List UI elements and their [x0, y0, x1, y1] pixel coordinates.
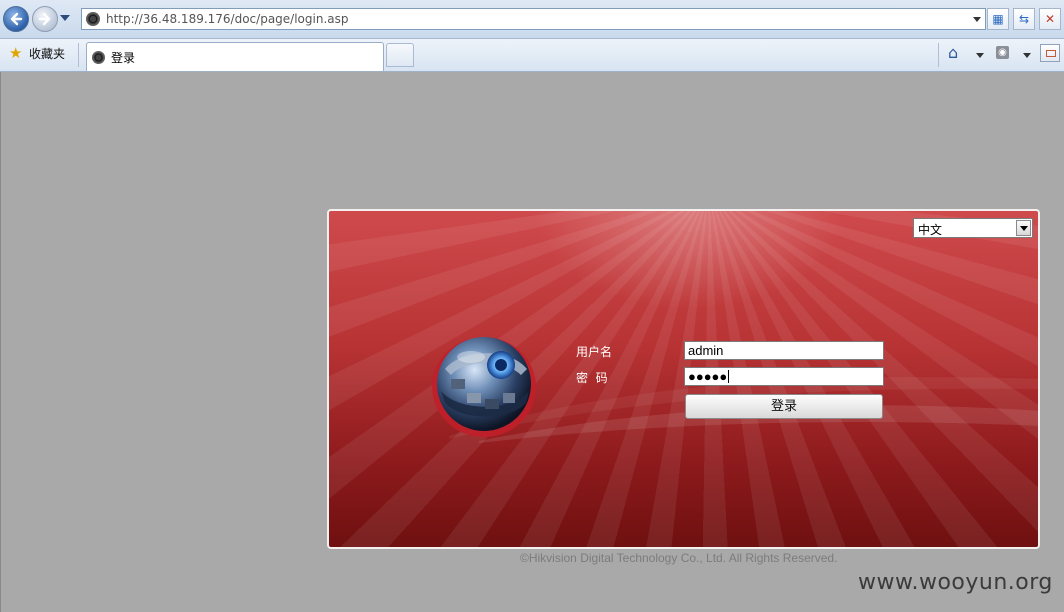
language-select[interactable]: 中文: [913, 218, 1033, 238]
forward-arrow-icon: [38, 12, 51, 26]
divider: [938, 43, 939, 67]
refresh-button[interactable]: ⇆: [1013, 8, 1035, 30]
history-dropdown-icon[interactable]: [60, 15, 70, 21]
new-tab-button[interactable]: [386, 43, 414, 67]
username-input[interactable]: admin: [684, 341, 884, 360]
language-select-value: 中文: [918, 223, 943, 237]
password-label: 密 码: [576, 371, 608, 385]
address-dropdown-icon[interactable]: [973, 17, 981, 22]
compatibility-view-button[interactable]: ▦: [987, 8, 1009, 30]
username-value: admin: [688, 343, 724, 358]
tab-login[interactable]: 登录: [86, 42, 384, 71]
refresh-icon: ⇆: [1018, 12, 1030, 26]
username-label: 用户名: [576, 345, 613, 359]
copyright-text: ©Hikvision Digital Technology Co., Ltd. …: [520, 551, 838, 565]
home-icon[interactable]: ⌂: [948, 45, 958, 61]
viewport-edge: [0, 72, 1, 612]
password-masked-value: ●●●●●: [688, 369, 728, 384]
password-input[interactable]: ●●●●●: [684, 367, 884, 386]
browser-navigation-bar: http://36.48.189.176/doc/page/login.asp …: [0, 0, 1064, 39]
site-favicon-icon: [92, 51, 105, 64]
back-button[interactable]: [3, 6, 29, 32]
address-bar[interactable]: http://36.48.189.176/doc/page/login.asp: [81, 8, 986, 30]
home-dropdown-icon[interactable]: [976, 53, 984, 58]
site-favicon-icon: [86, 12, 100, 26]
hikvision-globe-logo: [432, 337, 536, 437]
back-arrow-icon: [10, 12, 23, 26]
close-icon: ✕: [1044, 12, 1056, 26]
text-caret: [728, 370, 730, 383]
watermark-text: www.wooyun.org: [858, 570, 1053, 595]
forward-button[interactable]: [32, 6, 58, 32]
star-icon[interactable]: ★: [9, 46, 22, 61]
divider: [78, 43, 79, 67]
stop-button[interactable]: ✕: [1039, 8, 1061, 30]
rss-feed-icon[interactable]: ◉: [996, 46, 1009, 59]
favorites-tab-bar: ★ 收藏夹 登录 ⌂ ◉: [0, 39, 1064, 72]
feeds-dropdown-icon[interactable]: [1023, 53, 1031, 58]
tab-title: 登录: [111, 51, 136, 65]
favorites-button[interactable]: 收藏夹: [29, 45, 65, 62]
login-panel: 中文 用户名 密 码 admin ●●●●● 登录: [327, 209, 1040, 549]
compatibility-view-icon: ▦: [992, 12, 1004, 26]
login-button[interactable]: 登录: [685, 394, 883, 419]
print-icon[interactable]: [1040, 44, 1060, 62]
address-url[interactable]: http://36.48.189.176/doc/page/login.asp: [106, 12, 348, 26]
chevron-down-icon[interactable]: [1016, 220, 1031, 236]
